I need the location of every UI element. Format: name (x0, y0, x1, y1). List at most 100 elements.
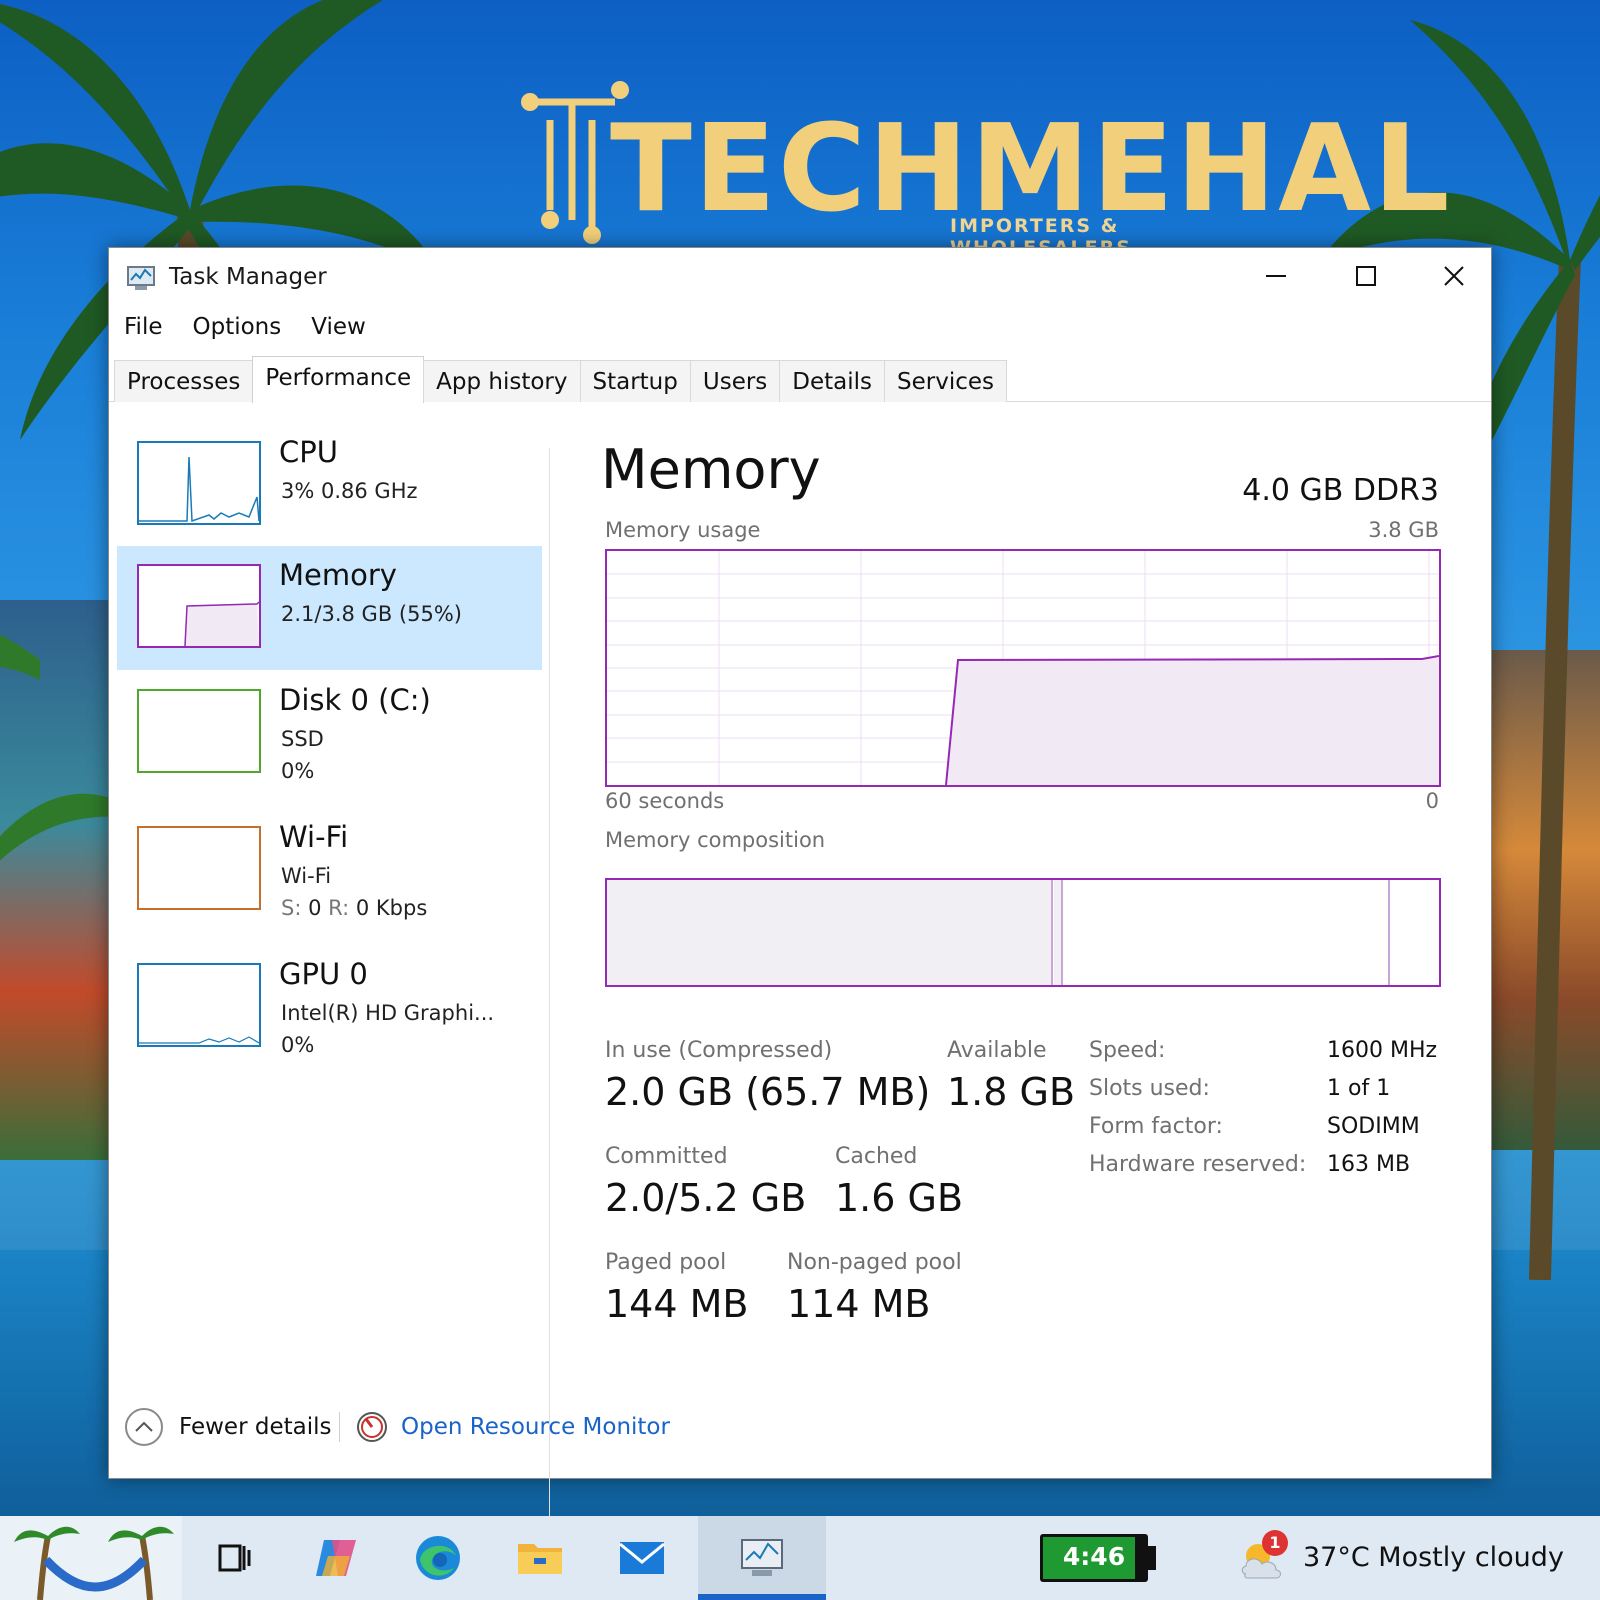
gpu-name-text: Intel(R) HD Graphi... (281, 1001, 495, 1025)
task-view-button[interactable] (206, 1530, 262, 1586)
maximize-icon (1356, 266, 1376, 286)
battery-indicator[interactable]: 4:46 (1040, 1534, 1148, 1582)
tab-processes[interactable]: Processes (114, 360, 254, 402)
task-manager-icon (127, 266, 155, 290)
taskbar: 4:46 1 37°C Mostly cloudy (0, 1516, 1600, 1600)
sidebar-item-wifi[interactable]: Wi-Fi Wi-Fi S: 0 R: 0 Kbps (117, 808, 542, 932)
close-icon (1444, 266, 1464, 286)
wifi-receive-label: R: (328, 896, 350, 920)
tab-bar: Processes Performance App history Startu… (109, 354, 1491, 403)
wifi-receive-value: 0 Kbps (355, 896, 428, 920)
form-factor-value: SODIMM (1327, 1114, 1420, 1139)
task-view-icon (218, 1544, 251, 1572)
disk-title: Disk 0 (C:) (279, 683, 431, 717)
sidebar-item-disk[interactable]: Disk 0 (C:) SSD 0% (117, 671, 542, 795)
menu-file[interactable]: File (109, 308, 178, 350)
edge-button[interactable] (410, 1530, 466, 1586)
hardware-reserved-value: 163 MB (1327, 1152, 1411, 1177)
sidebar-item-gpu[interactable]: GPU 0 Intel(R) HD Graphi... 0% (117, 945, 542, 1069)
committed-value: 2.0/5.2 GB (605, 1176, 807, 1220)
mail-button[interactable] (614, 1530, 670, 1586)
in-use-label: In use (Compressed) (605, 1038, 833, 1063)
composition-in-use (607, 880, 1052, 985)
wifi-thumbnail-graph (137, 826, 261, 910)
edge-icon (416, 1536, 460, 1580)
tab-app-history[interactable]: App history (423, 360, 581, 402)
chevron-up-icon[interactable] (125, 1408, 163, 1446)
minimize-icon (1266, 275, 1286, 277)
resource-list: CPU 3% 0.86 GHz Memory 2.1/3.8 GB (55%) … (109, 403, 549, 1403)
cpu-thumbnail-graph (137, 441, 261, 525)
gpu-usage-text: 0% (281, 1033, 315, 1057)
active-app-indicator (698, 1594, 826, 1600)
gpu-thumbnail-graph (137, 963, 261, 1047)
wifi-adapter-text: Wi-Fi (281, 864, 332, 888)
committed-label: Committed (605, 1144, 728, 1169)
wifi-throughput-text: S: 0 R: 0 Kbps (281, 896, 427, 920)
memory-usage-graph (605, 549, 1441, 787)
tab-services[interactable]: Services (884, 360, 1008, 402)
close-button[interactable] (1409, 248, 1499, 304)
fewer-details-link[interactable]: Fewer details (179, 1414, 331, 1440)
memory-thumbnail-graph (137, 564, 261, 648)
slots-used-label: Slots used: (1089, 1076, 1210, 1101)
widgets-button[interactable] (0, 1516, 182, 1600)
logo-wordmark: TECHMEHAL (610, 100, 1452, 239)
sidebar-item-cpu[interactable]: CPU 3% 0.86 GHz (117, 423, 542, 547)
window-title: Task Manager (169, 264, 327, 290)
available-label: Available (947, 1038, 1047, 1063)
open-resource-monitor-link[interactable]: Open Resource Monitor (401, 1414, 670, 1440)
speed-label: Speed: (1089, 1038, 1166, 1063)
folder-icon (518, 1544, 562, 1574)
speed-value: 1600 MHz (1327, 1038, 1438, 1063)
slots-used-value: 1 of 1 (1327, 1076, 1391, 1101)
sidebar-item-memory[interactable]: Memory 2.1/3.8 GB (55%) (117, 546, 542, 670)
graph-time-start: 60 seconds (605, 789, 725, 813)
cached-label: Cached (835, 1144, 918, 1169)
copilot-button[interactable] (308, 1530, 364, 1586)
resource-title: Memory (601, 438, 821, 501)
memory-usage-max: 3.8 GB (1368, 518, 1439, 542)
disk-usage-text: 0% (281, 759, 315, 783)
tab-users[interactable]: Users (689, 360, 781, 402)
graph-time-end: 0 (1425, 789, 1439, 813)
task-manager-taskbar-icon (741, 1539, 783, 1576)
nonpaged-pool-value: 114 MB (787, 1282, 931, 1326)
wifi-title: Wi-Fi (279, 820, 349, 854)
hardware-reserved-label: Hardware reserved: (1089, 1152, 1307, 1177)
disk-type-text: SSD (281, 727, 324, 751)
composition-modified (1054, 880, 1062, 985)
maximize-button[interactable] (1321, 248, 1411, 304)
wifi-send-label: S: (281, 896, 302, 920)
paged-pool-label: Paged pool (605, 1250, 727, 1275)
file-explorer-button[interactable] (512, 1530, 568, 1586)
task-manager-taskbar-button[interactable] (734, 1530, 790, 1586)
menu-bar: File Options View (109, 308, 381, 350)
memory-usage-text: 2.1/3.8 GB (55%) (281, 602, 462, 626)
memory-title: Memory (279, 558, 397, 592)
available-value: 1.8 GB (947, 1070, 1076, 1114)
weather-text[interactable]: 37°C Mostly cloudy (1303, 1542, 1564, 1573)
hammock-widget-icon (0, 1516, 182, 1600)
tab-performance[interactable]: Performance (252, 356, 425, 403)
cpu-title: CPU (279, 435, 338, 469)
tab-startup[interactable]: Startup (579, 360, 691, 402)
disk-thumbnail-graph (137, 689, 261, 773)
footer-bar: Fewer details Open Resource Monitor (109, 1398, 1491, 1458)
memory-spec: 4.0 GB DDR3 (1242, 473, 1439, 508)
title-bar[interactable]: Task Manager (109, 248, 1491, 304)
form-factor-label: Form factor: (1089, 1114, 1223, 1139)
cpu-usage-text: 3% 0.86 GHz (281, 479, 418, 503)
memory-composition-bar (605, 878, 1441, 987)
minimize-button[interactable] (1231, 248, 1321, 304)
mail-icon (619, 1542, 665, 1574)
menu-options[interactable]: Options (178, 308, 297, 350)
in-use-value: 2.0 GB (65.7 MB) (605, 1070, 931, 1114)
tab-details[interactable]: Details (779, 360, 886, 402)
memory-usage-label: Memory usage (605, 518, 761, 542)
footer-separator (339, 1412, 340, 1442)
battery-time: 4:46 (1062, 1542, 1126, 1571)
cached-value: 1.6 GB (835, 1176, 964, 1220)
menu-view[interactable]: View (296, 308, 381, 350)
brand-logo: TECHMEHAL IMPORTERS & WHOLESALERS (520, 80, 1449, 259)
